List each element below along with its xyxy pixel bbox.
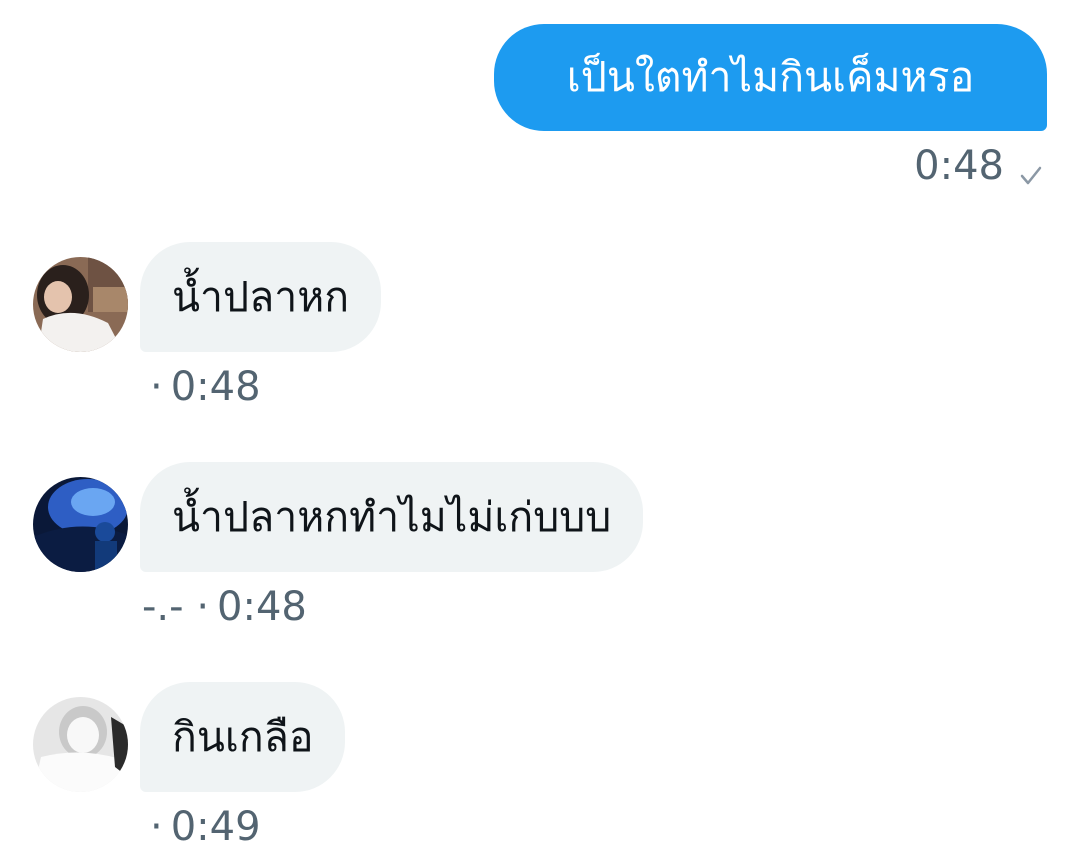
sender-name: -.- — [142, 584, 184, 630]
received-message-meta: · 0:48 — [150, 362, 261, 412]
separator-dot: · — [150, 364, 163, 410]
sent-message-bubble[interactable]: เป็นใตทำไมกินเค็มหรอ — [494, 24, 1047, 131]
separator-dot: · — [150, 804, 163, 850]
sent-message-text: เป็นใตทำไมกินเค็มหรอ — [566, 53, 975, 101]
received-message-meta: · 0:49 — [150, 802, 261, 852]
avatar[interactable] — [33, 477, 128, 572]
avatar-blue-aquarium — [33, 477, 128, 572]
received-message-time: 0:48 — [217, 584, 307, 630]
received-message-bubble[interactable]: น้ำปลาหก — [140, 242, 382, 352]
avatar[interactable] — [33, 697, 128, 792]
received-message-bubble[interactable]: กินเกลือ — [140, 682, 346, 792]
sent-message-time: 0:48 — [914, 143, 1004, 189]
received-message-text: น้ำปลาหกทำไมไม่เก่บบบ — [172, 493, 612, 541]
received-message-time: 0:49 — [170, 804, 261, 850]
received-message-text: กินเกลือ — [172, 713, 314, 761]
received-message-meta: -.- · 0:48 — [142, 582, 307, 632]
avatar[interactable] — [33, 257, 128, 352]
check-icon — [1018, 153, 1044, 185]
separator-dot: · — [196, 584, 210, 630]
received-message-time: 0:48 — [170, 364, 261, 410]
avatar-person-white-shirt — [33, 257, 128, 352]
avatar-grayscale-photo — [33, 697, 128, 792]
sent-message-meta: 0:48 — [914, 140, 1044, 192]
received-message-text: น้ำปลาหก — [172, 273, 350, 321]
received-message-bubble[interactable]: น้ำปลาหกทำไมไม่เก่บบบ — [140, 462, 644, 572]
